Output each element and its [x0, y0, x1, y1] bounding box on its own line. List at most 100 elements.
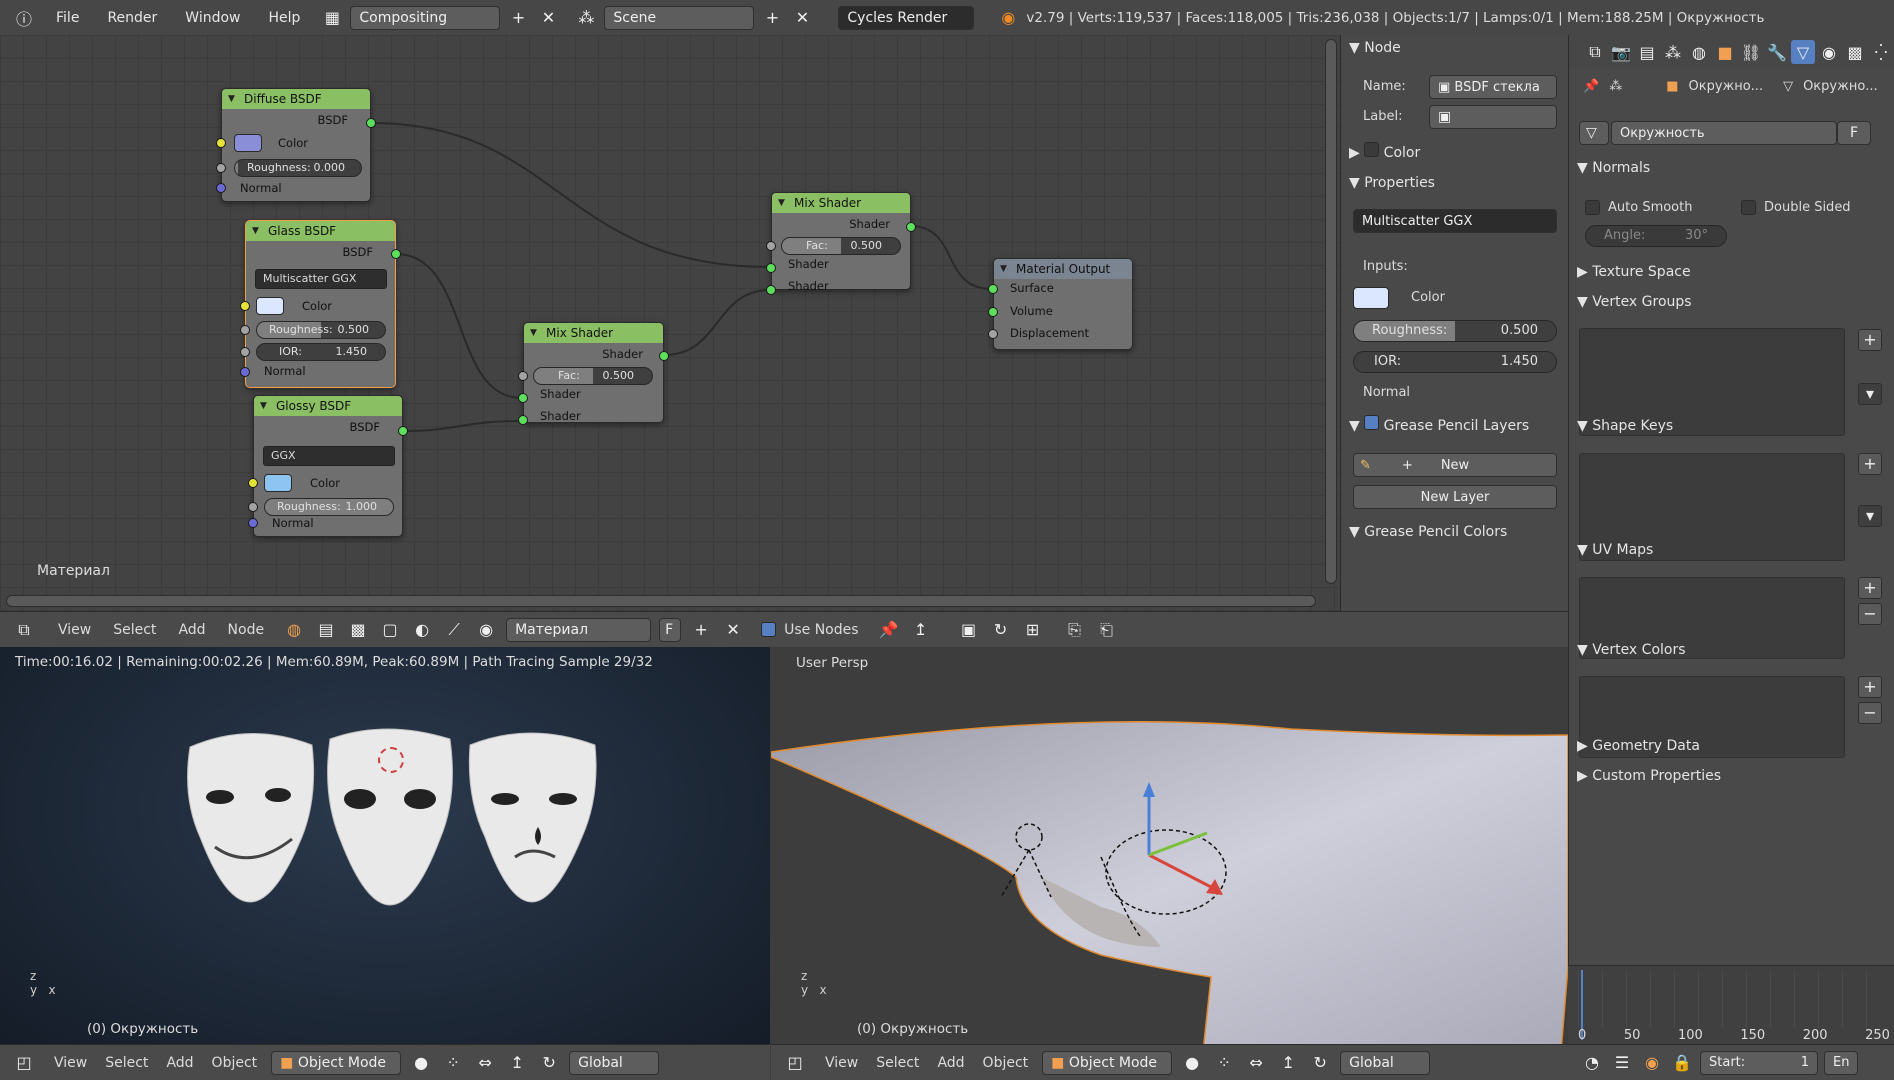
- add-screen-icon[interactable]: +: [506, 6, 530, 30]
- node-editor-canvas[interactable]: Diffuse BSDF BSDF Color Roughness:0.000 …: [0, 35, 1340, 611]
- auto-smooth-option[interactable]: Auto Smooth: [1585, 200, 1692, 215]
- pin-icon[interactable]: 📌: [877, 618, 901, 642]
- 3d-viewport[interactable]: User Persp zy x (0) Окружность: [771, 647, 1568, 1052]
- use-nodes-checkbox[interactable]: [761, 622, 777, 637]
- screen-layout-field[interactable]: Compositing: [350, 5, 501, 30]
- input-socket[interactable]: [518, 393, 528, 403]
- world-shader-icon[interactable]: ◐: [410, 618, 434, 642]
- copy-nodes-icon[interactable]: ⎘: [1063, 618, 1087, 642]
- menu-select[interactable]: Select: [113, 622, 156, 638]
- panel-header-custom-properties[interactable]: ▶ Custom Properties: [1577, 765, 1721, 787]
- panel-header-color[interactable]: ▶ Color: [1349, 142, 1420, 164]
- editor-type-icon[interactable]: ◔: [1580, 1051, 1604, 1075]
- menu-select[interactable]: Select: [876, 1055, 919, 1071]
- node-title[interactable]: Mix Shader: [524, 323, 663, 343]
- input-socket[interactable]: [766, 263, 776, 273]
- input-socket[interactable]: [240, 347, 250, 357]
- add-uv-map-button[interactable]: +: [1858, 577, 1882, 599]
- manipulator-icon[interactable]: ⇔: [1244, 1051, 1268, 1075]
- material-tab-icon[interactable]: ◉: [1817, 40, 1841, 64]
- roughness-slider[interactable]: Roughness: 1.000: [264, 498, 394, 516]
- add-vertex-group-button[interactable]: +: [1858, 329, 1882, 351]
- end-frame-field[interactable]: En: [1824, 1050, 1858, 1075]
- input-socket[interactable]: [988, 307, 998, 317]
- menu-render[interactable]: Render: [107, 10, 157, 26]
- scene-tab-icon[interactable]: ⁂: [1661, 40, 1685, 64]
- menu-add[interactable]: Add: [937, 1055, 964, 1071]
- breadcrumb-object[interactable]: Окружно...: [1688, 79, 1763, 94]
- pivot-icon[interactable]: ⁘: [441, 1051, 465, 1075]
- fac-slider[interactable]: Fac: 0.500: [533, 367, 653, 385]
- input-socket[interactable]: [988, 284, 998, 294]
- editor-type-icon[interactable]: ⧉: [12, 618, 36, 642]
- input-socket[interactable]: [248, 478, 258, 488]
- panel-header-texture-space[interactable]: ▶ Texture Space: [1577, 261, 1691, 283]
- double-sided-option[interactable]: Double Sided: [1741, 200, 1851, 215]
- panel-header-vertex-colors[interactable]: ▼ Vertex Colors: [1577, 639, 1686, 661]
- panel-header-gp-colors[interactable]: ▼ Grease Pencil Colors: [1349, 521, 1507, 543]
- node-title[interactable]: Mix Shader: [772, 193, 910, 213]
- menu-select[interactable]: Select: [105, 1055, 148, 1071]
- horizontal-scrollbar[interactable]: [6, 595, 1316, 607]
- timeline-track[interactable]: [1578, 970, 1890, 1028]
- texture-tab-icon[interactable]: ▩: [1843, 40, 1867, 64]
- add-vertex-color-button[interactable]: +: [1858, 676, 1882, 698]
- distribution-select[interactable]: Multiscatter GGX: [255, 269, 387, 289]
- compositing-tree-icon[interactable]: ▤: [314, 618, 338, 642]
- orientation-select[interactable]: Global: [569, 1050, 660, 1075]
- material-browse-icon[interactable]: ◉: [474, 618, 498, 642]
- mode-select[interactable]: ■ Object Mode: [1042, 1050, 1173, 1075]
- remove-uv-map-button[interactable]: −: [1858, 603, 1882, 625]
- menu-object[interactable]: Object: [212, 1055, 258, 1071]
- keying-icon[interactable]: ◉: [1640, 1051, 1664, 1075]
- menu-add[interactable]: Add: [166, 1055, 193, 1071]
- input-socket[interactable]: [518, 415, 528, 425]
- lock-icon[interactable]: 🔒: [1670, 1051, 1694, 1075]
- menu-help[interactable]: Help: [268, 10, 300, 26]
- constraints-tab-icon[interactable]: ⛓: [1739, 40, 1763, 64]
- input-socket[interactable]: [216, 138, 226, 148]
- add-material-icon[interactable]: +: [689, 618, 713, 642]
- render-tab-icon[interactable]: 📷: [1609, 40, 1633, 64]
- input-socket[interactable]: [518, 371, 528, 381]
- rendered-view[interactable]: Time:00:16.02 | Remaining:00:02.26 | Mem…: [0, 647, 770, 1052]
- menu-object[interactable]: Object: [983, 1055, 1029, 1071]
- color-swatch[interactable]: [234, 134, 262, 152]
- output-socket[interactable]: [366, 118, 376, 128]
- roughness-slider[interactable]: Roughness: 0.000: [234, 159, 362, 177]
- fac-slider[interactable]: Fac: 0.500: [781, 237, 901, 255]
- panel-header-uv-maps[interactable]: ▼ UV Maps: [1577, 539, 1653, 561]
- shader-tree-icon[interactable]: ◍: [282, 618, 306, 642]
- timeline[interactable]: 0 50 100 150 200 250: [1568, 965, 1894, 1044]
- layers-tab-icon[interactable]: ▤: [1635, 40, 1659, 64]
- translate-icon[interactable]: ↥: [505, 1051, 529, 1075]
- node-glass-bsdf[interactable]: Glass BSDF BSDF Multiscatter GGX Color R…: [240, 220, 401, 388]
- color-swatch[interactable]: [264, 474, 292, 492]
- shape-keys-menu-icon[interactable]: ▾: [1858, 505, 1882, 527]
- node-title[interactable]: Material Output: [994, 259, 1132, 279]
- panel-header-properties[interactable]: ▼ Properties: [1349, 172, 1435, 194]
- remove-scene-icon[interactable]: ✕: [790, 6, 814, 30]
- ior-slider[interactable]: IOR: 1.450: [256, 343, 386, 361]
- line-style-icon[interactable]: ⟋: [442, 618, 466, 642]
- unlink-material-icon[interactable]: ✕: [721, 618, 745, 642]
- output-socket[interactable]: [659, 351, 669, 361]
- mesh-name-field[interactable]: Окружность: [1611, 121, 1837, 145]
- input-socket[interactable]: [216, 183, 226, 193]
- input-socket[interactable]: [240, 325, 250, 335]
- texture-tree-icon[interactable]: ▩: [346, 618, 370, 642]
- input-socket[interactable]: [240, 301, 250, 311]
- menu-view[interactable]: View: [58, 622, 91, 638]
- vertex-groups-menu-icon[interactable]: ▾: [1858, 383, 1882, 405]
- color-swatch[interactable]: [256, 297, 284, 315]
- panel-header-geometry-data[interactable]: ▶ Geometry Data: [1577, 735, 1700, 757]
- input-socket[interactable]: [240, 367, 250, 377]
- node-label-field[interactable]: ▣: [1429, 105, 1557, 129]
- vertical-scrollbar[interactable]: [1325, 39, 1337, 584]
- info-icon[interactable]: ⓘ: [12, 6, 36, 30]
- remove-vertex-color-button[interactable]: −: [1858, 702, 1882, 724]
- menu-node[interactable]: Node: [228, 622, 265, 638]
- panel-header-normals[interactable]: ▼ Normals: [1577, 157, 1650, 179]
- panel-header-gp-layers[interactable]: ▼ Grease Pencil Layers: [1349, 415, 1529, 437]
- snap-element-icon[interactable]: ⊞: [1021, 618, 1045, 642]
